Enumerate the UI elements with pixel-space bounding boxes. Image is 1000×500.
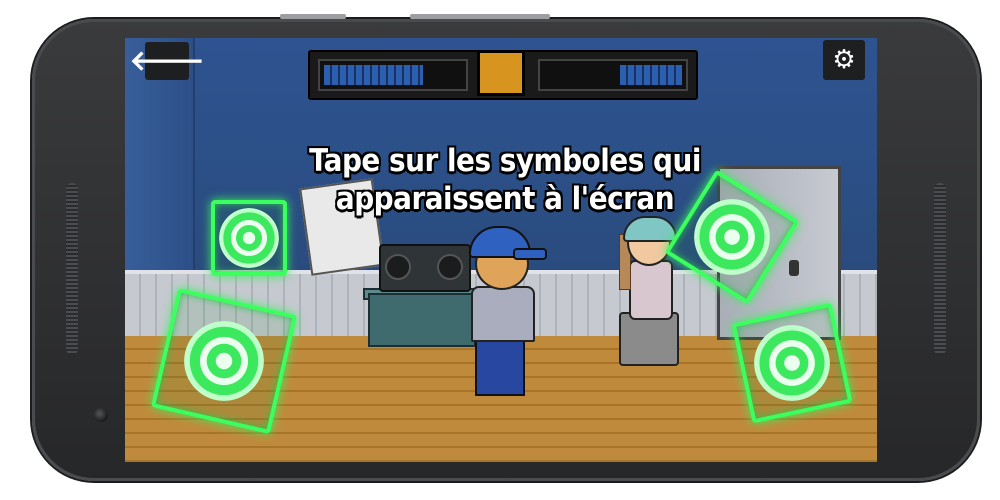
boombox-speaker-left xyxy=(385,254,411,280)
phone-speaker-right xyxy=(934,183,946,355)
concentric-circle-icon xyxy=(176,313,272,409)
concentric-circle-icon xyxy=(746,317,838,409)
phone-speaker-left xyxy=(66,183,78,355)
phone-camera xyxy=(94,408,108,422)
cabinet xyxy=(368,293,476,347)
tap-target[interactable] xyxy=(731,302,853,424)
settings-button[interactable]: ⚙ xyxy=(823,40,865,80)
girl-character-legs xyxy=(619,312,679,366)
meter-center-box xyxy=(477,50,525,96)
concentric-circle-icon xyxy=(219,208,279,268)
meter-bar-right xyxy=(538,59,688,91)
score-meter xyxy=(308,50,698,100)
instruction-line-2: apparaissent à l'écran xyxy=(335,181,675,217)
game-screen[interactable]: 🡐 ⚙ Tape sur les symboles qui apparaisse… xyxy=(125,38,877,462)
boy-character-pants xyxy=(475,336,525,396)
phone-volume-button xyxy=(280,14,346,19)
tap-target[interactable] xyxy=(211,200,287,276)
gear-icon: ⚙ xyxy=(832,45,856,75)
meter-bar-right-fill xyxy=(620,65,682,85)
meter-bar-left xyxy=(318,59,468,91)
boombox-speaker-right xyxy=(437,254,463,280)
door-knob xyxy=(789,260,799,276)
back-button[interactable]: 🡐 xyxy=(129,42,205,80)
phone-power-button xyxy=(410,14,550,19)
instruction-text: Tape sur les symboles qui apparaissent à… xyxy=(295,142,715,218)
meter-bar-left-fill xyxy=(324,65,423,85)
boy-character-cap-brim xyxy=(513,248,547,260)
arrow-left-icon: 🡐 xyxy=(129,44,205,77)
instruction-line-1: Tape sur les symboles qui xyxy=(309,143,701,179)
boy-character-shirt xyxy=(471,286,535,342)
girl-character-body xyxy=(629,260,673,320)
